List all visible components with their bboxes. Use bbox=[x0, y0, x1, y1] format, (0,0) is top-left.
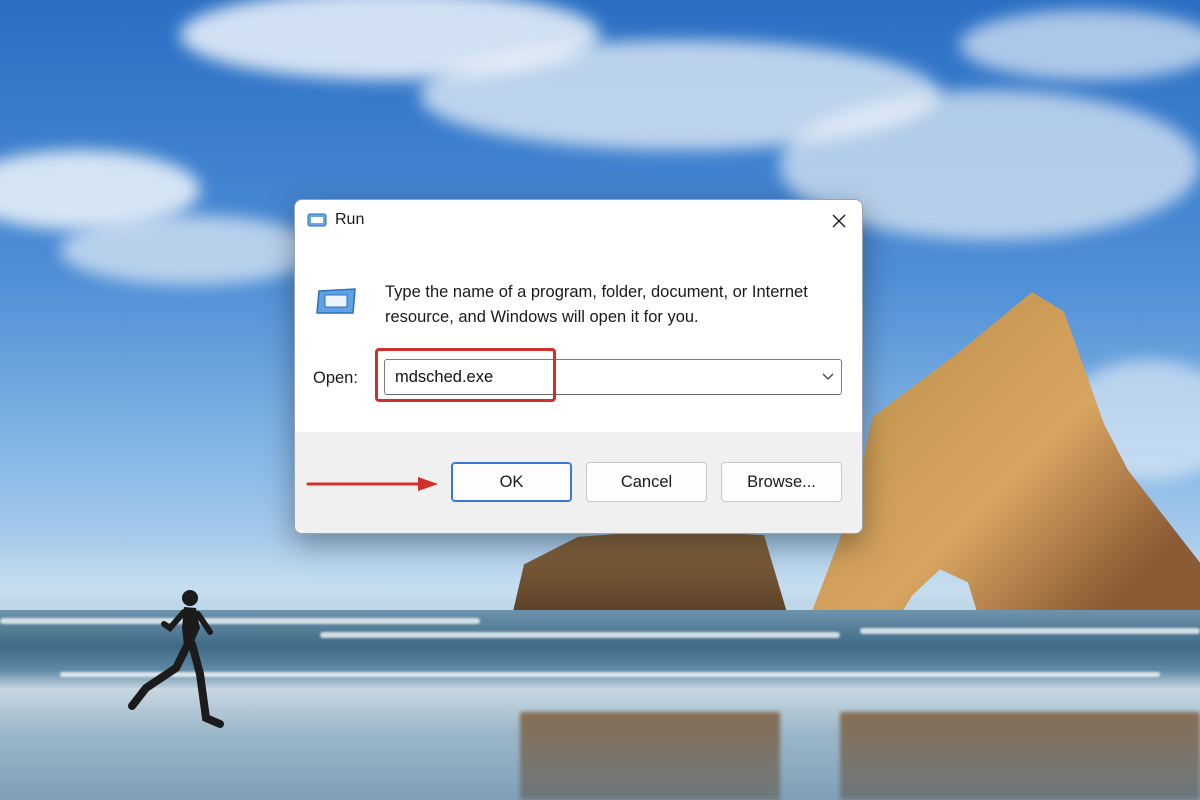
browse-button[interactable]: Browse... bbox=[721, 462, 842, 502]
open-label: Open: bbox=[313, 369, 358, 387]
open-field-highlight bbox=[375, 348, 556, 402]
wave bbox=[0, 618, 480, 624]
run-icon bbox=[307, 213, 327, 227]
cloud bbox=[60, 215, 320, 285]
arrow-right-icon bbox=[306, 477, 438, 491]
dialog-description: Type the name of a program, folder, docu… bbox=[385, 283, 808, 326]
run-icon bbox=[316, 288, 356, 314]
rock-reflection bbox=[840, 712, 1200, 800]
wave bbox=[860, 628, 1200, 634]
runner-silhouette bbox=[128, 590, 224, 728]
chevron-down-icon[interactable] bbox=[821, 370, 835, 382]
close-icon bbox=[832, 214, 846, 228]
close-button[interactable] bbox=[816, 200, 862, 242]
rock-reflection bbox=[520, 712, 780, 800]
title-bar[interactable]: Run bbox=[295, 200, 862, 242]
dialog-title: Run bbox=[335, 211, 365, 228]
cancel-button[interactable]: Cancel bbox=[586, 462, 707, 502]
ok-button[interactable]: OK bbox=[451, 462, 572, 502]
wave bbox=[320, 632, 840, 638]
cloud bbox=[960, 10, 1200, 80]
